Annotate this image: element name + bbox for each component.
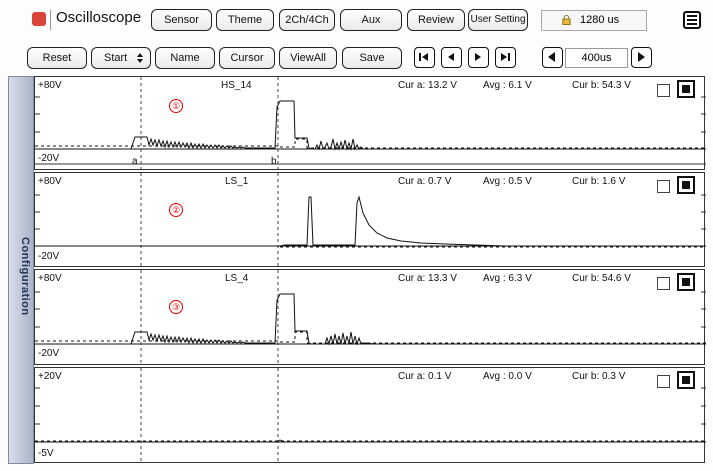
review-button[interactable]: Review bbox=[407, 9, 465, 31]
user-setting-button[interactable]: User Setting bbox=[468, 9, 528, 31]
start-label: Start bbox=[104, 52, 128, 64]
step-forward-icon bbox=[475, 53, 481, 61]
sensor-button[interactable]: Sensor bbox=[151, 9, 212, 31]
save-button[interactable]: Save bbox=[342, 47, 402, 69]
zoom-in-button[interactable] bbox=[631, 47, 652, 68]
skip-first-button[interactable] bbox=[414, 47, 435, 68]
configuration-label: Configuration bbox=[19, 237, 31, 316]
waveform-ch1 bbox=[35, 77, 706, 171]
zoom-level: 400us bbox=[565, 48, 628, 68]
aux-button[interactable]: Aux bbox=[340, 9, 402, 31]
channels-button[interactable]: 2Ch/4Ch bbox=[279, 9, 335, 31]
waveform-ch2 bbox=[35, 173, 706, 268]
waveform-ch4 bbox=[35, 368, 706, 464]
skip-first-icon bbox=[419, 53, 428, 61]
step-back-button[interactable] bbox=[441, 47, 462, 68]
toolbar-separator bbox=[50, 10, 51, 30]
theme-button[interactable]: Theme bbox=[216, 9, 274, 31]
menu-icon[interactable] bbox=[683, 11, 701, 29]
zoom-out-icon bbox=[548, 52, 555, 62]
app-title: Oscilloscope bbox=[56, 9, 142, 26]
oscilloscope-app: Oscilloscope Sensor Theme 2Ch/4Ch Aux Re… bbox=[0, 0, 713, 471]
step-back-icon bbox=[448, 53, 454, 61]
configuration-sidebar[interactable]: Configuration bbox=[8, 76, 34, 464]
cursor-button[interactable]: Cursor bbox=[219, 47, 275, 69]
channel-panel-2: +80V -20V LS_1 ② Cur a: 0.7 V Avg : 0.5 … bbox=[34, 172, 706, 268]
channel-panel-3: +80V -20V LS_4 ③ Cur a: 13.3 V Avg : 6.3… bbox=[34, 269, 706, 366]
reset-button[interactable]: Reset bbox=[27, 47, 87, 69]
time-window-value: 1280 us bbox=[580, 14, 620, 26]
channel-panel-4: +20V -5V Cur a: 0.1 V Avg : 0.0 V Cur b:… bbox=[34, 367, 706, 464]
view-all-button[interactable]: ViewAll bbox=[279, 47, 337, 69]
zoom-out-button[interactable] bbox=[542, 47, 563, 68]
skip-last-icon bbox=[501, 53, 510, 61]
zoom-in-icon bbox=[638, 52, 645, 62]
time-window-display: 1280 us bbox=[541, 10, 647, 31]
name-button[interactable]: Name bbox=[155, 47, 215, 69]
logo-icon bbox=[32, 12, 46, 26]
step-forward-button[interactable] bbox=[468, 47, 489, 68]
updown-icon bbox=[137, 53, 143, 63]
channel-panel-1: +80V -20V HS_14 ① Cur a: 13.2 V Avg : 6.… bbox=[34, 76, 706, 171]
lock-icon bbox=[562, 15, 571, 25]
waveform-ch3 bbox=[35, 270, 706, 366]
start-select[interactable]: Start bbox=[91, 47, 151, 69]
skip-last-button[interactable] bbox=[495, 47, 516, 68]
